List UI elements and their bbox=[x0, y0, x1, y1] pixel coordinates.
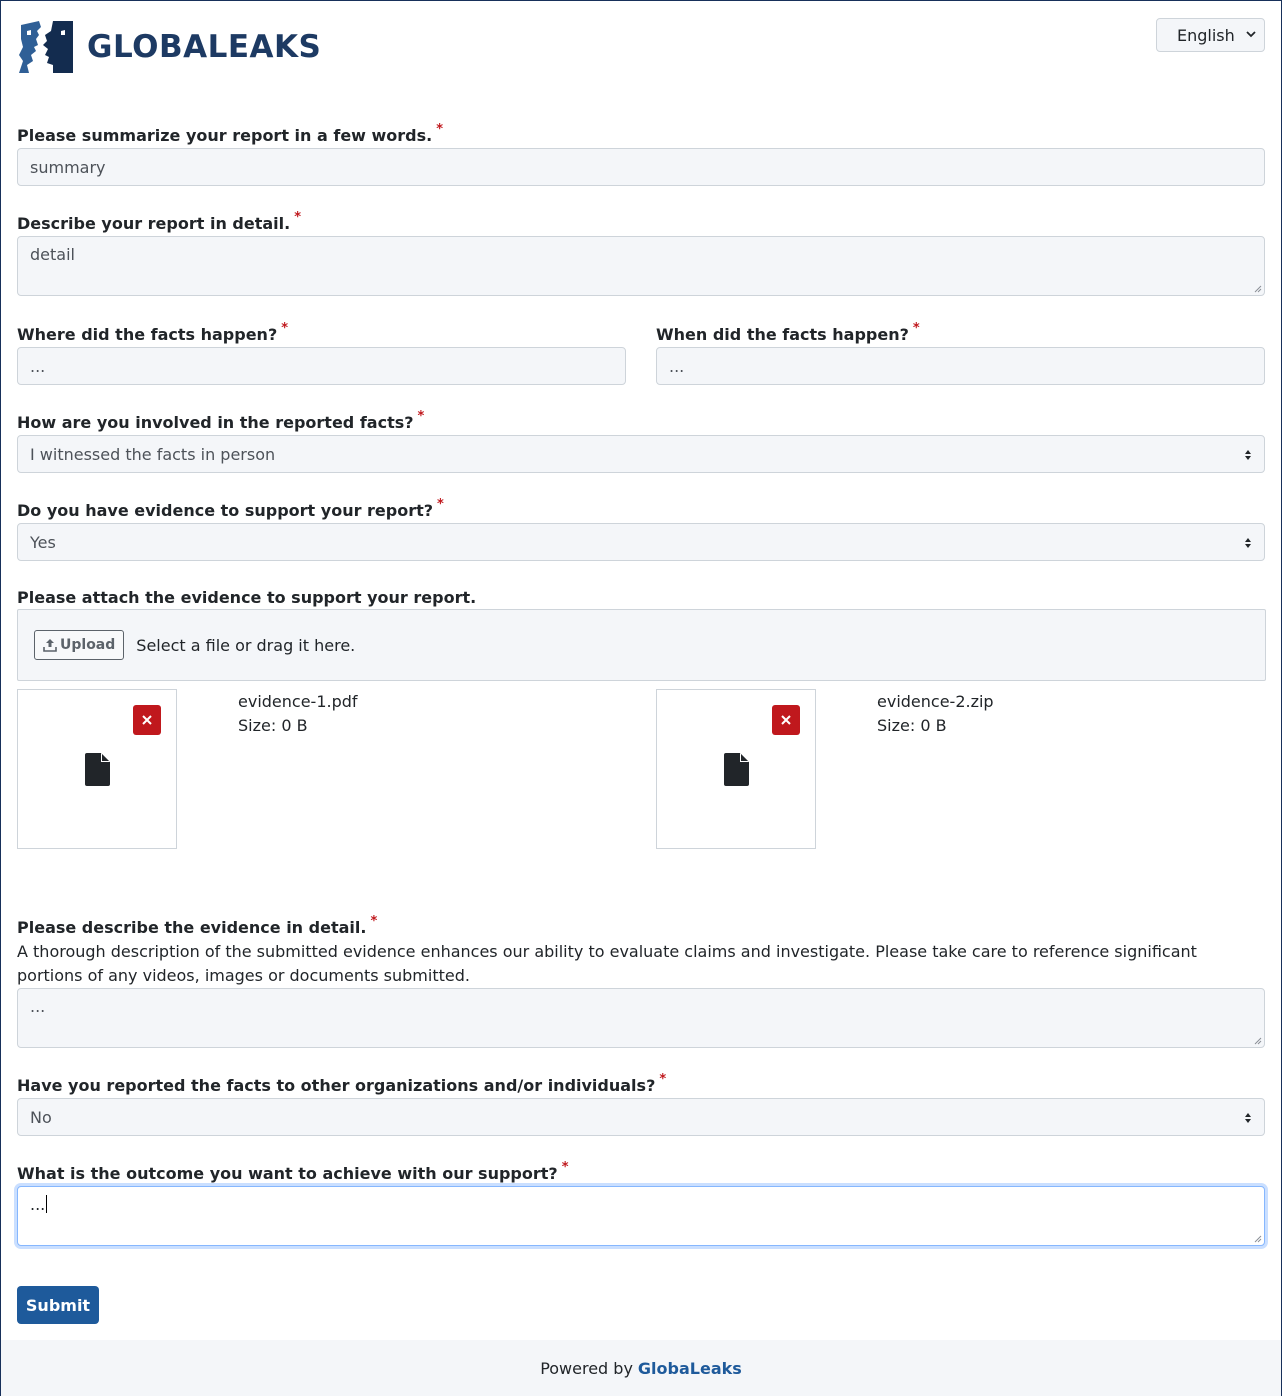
header: GLOBALEAKS English bbox=[17, 17, 1265, 77]
file-size: Size: 0 B bbox=[238, 716, 308, 735]
upload-icon bbox=[43, 639, 57, 652]
required-mark: * bbox=[294, 210, 302, 225]
file-name: evidence-2.zip bbox=[877, 692, 994, 711]
attach-label: Please attach the evidence to support yo… bbox=[17, 588, 477, 607]
select-arrows-icon bbox=[1245, 1113, 1251, 1123]
language-select[interactable]: English bbox=[1156, 18, 1265, 52]
file-size: Size: 0 B bbox=[877, 716, 947, 735]
file-name: evidence-1.pdf bbox=[238, 692, 358, 711]
upload-button[interactable]: Upload bbox=[34, 630, 125, 660]
submit-button[interactable]: Submit bbox=[17, 1286, 99, 1324]
upload-dropzone[interactable]: Upload Select a file or drag it here. bbox=[17, 609, 1266, 681]
outcome-textarea[interactable]: ... bbox=[17, 1186, 1265, 1246]
resize-handle-icon[interactable] bbox=[1254, 1037, 1262, 1045]
evidence-desc-help: A thorough description of the submitted … bbox=[17, 942, 1197, 985]
required-mark: * bbox=[659, 1072, 667, 1087]
involvement-label: How are you involved in the reported fac… bbox=[17, 409, 425, 432]
reported-other-label: Have you reported the facts to other org… bbox=[17, 1072, 667, 1095]
required-mark: * bbox=[370, 914, 378, 929]
evidence-select[interactable]: Yes bbox=[17, 523, 1265, 561]
evidence-desc-textarea[interactable]: ... bbox=[17, 988, 1265, 1048]
language-value: English bbox=[1177, 25, 1235, 45]
required-mark: * bbox=[561, 1160, 569, 1175]
where-label: Where did the facts happen? * bbox=[17, 321, 289, 344]
file-card bbox=[656, 689, 816, 849]
close-icon bbox=[142, 715, 152, 725]
resize-handle-icon[interactable] bbox=[1254, 1235, 1262, 1243]
globaleaks-logo[interactable]: GLOBALEAKS bbox=[17, 17, 321, 75]
footer: Powered by GlobaLeaks bbox=[1, 1340, 1281, 1396]
where-input[interactable]: ... bbox=[17, 347, 626, 385]
footer-brand-link[interactable]: GlobaLeaks bbox=[638, 1359, 742, 1378]
outcome-label: What is the outcome you want to achieve … bbox=[17, 1160, 569, 1183]
footer-prefix: Powered by bbox=[540, 1358, 633, 1378]
upload-hint: Select a file or drag it here. bbox=[136, 635, 356, 655]
detail-label: Describe your report in detail. * bbox=[17, 210, 302, 233]
file-card bbox=[17, 689, 177, 849]
close-icon bbox=[781, 715, 791, 725]
file-icon bbox=[85, 753, 110, 786]
chevron-down-icon bbox=[1246, 31, 1256, 38]
when-input[interactable]: ... bbox=[656, 347, 1265, 385]
text-caret bbox=[46, 1195, 48, 1213]
select-arrows-icon bbox=[1245, 538, 1251, 548]
required-mark: * bbox=[417, 409, 425, 424]
summary-label: Please summarize your report in a few wo… bbox=[17, 122, 444, 145]
file-icon bbox=[724, 753, 749, 786]
when-label: When did the facts happen? * bbox=[656, 321, 920, 344]
delete-file-button[interactable] bbox=[772, 705, 800, 735]
required-mark: * bbox=[436, 122, 444, 137]
resize-handle-icon[interactable] bbox=[1254, 285, 1262, 293]
select-arrows-icon bbox=[1245, 450, 1251, 460]
delete-file-button[interactable] bbox=[133, 705, 161, 735]
required-mark: * bbox=[281, 321, 289, 336]
summary-input[interactable]: summary bbox=[17, 148, 1265, 186]
required-mark: * bbox=[437, 497, 444, 512]
required-mark: * bbox=[912, 321, 920, 336]
involvement-select[interactable]: I witnessed the facts in person bbox=[17, 435, 1265, 473]
reported-other-select[interactable]: No bbox=[17, 1098, 1265, 1136]
detail-textarea[interactable]: detail bbox=[17, 236, 1265, 296]
logo-text: GLOBALEAKS bbox=[87, 29, 322, 65]
evidence-label: Do you have evidence to support your rep… bbox=[17, 497, 444, 520]
evidence-desc-label: Please describe the evidence in detail. * bbox=[17, 914, 378, 937]
globaleaks-logo-icon bbox=[19, 21, 73, 73]
